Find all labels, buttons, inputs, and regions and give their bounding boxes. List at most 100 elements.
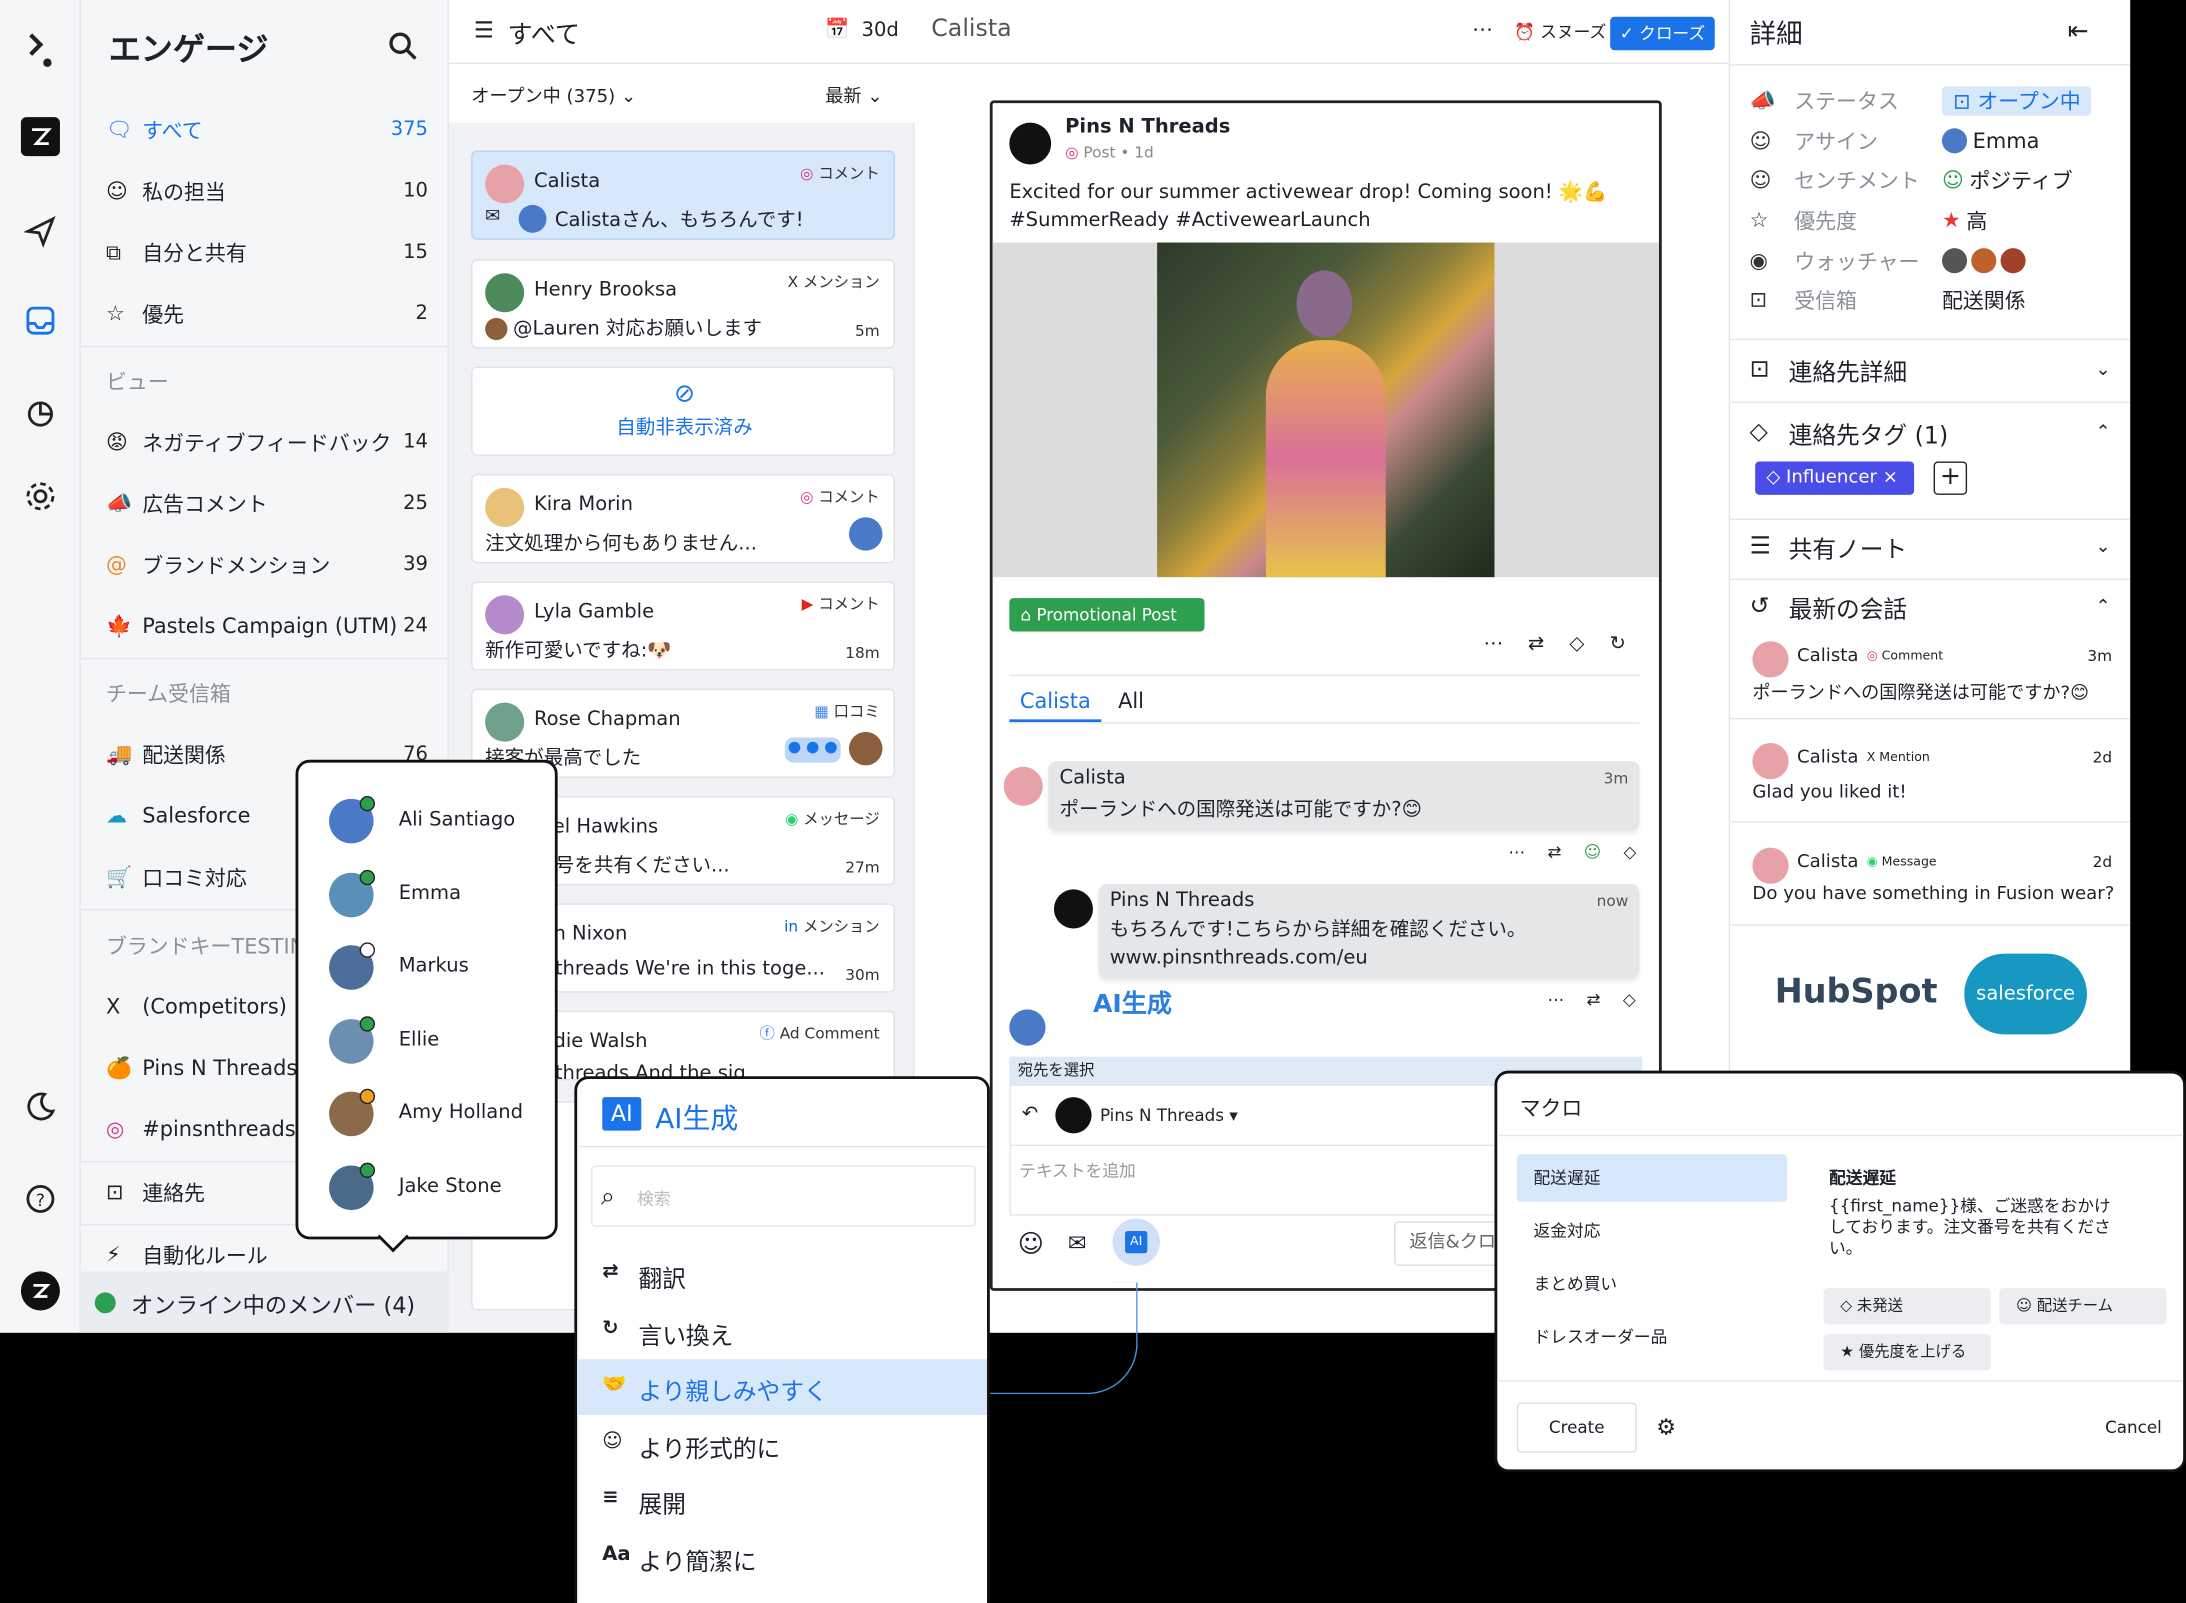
tab-all[interactable]: All [1118,683,1144,722]
settings-icon[interactable] [21,477,60,516]
engage-icon[interactable] [20,117,60,157]
status-badge[interactable]: ⊡ オープン中 [1941,85,2092,116]
post-photo[interactable] [1157,242,1495,578]
calendar-icon[interactable]: 📅 [825,18,849,40]
macro-action-chip[interactable]: ◇ 未発送 [1823,1288,1991,1325]
promo-tag[interactable]: ⌂ Promotional Post [1009,598,1205,632]
view-pastels[interactable]: 🍁 Pastels Campaign (UTM) 24 [106,605,428,647]
recipient-select[interactable]: Pins N Threads ▾ [1100,1106,1238,1126]
ai-option-expand[interactable]: ≡ 展開 [577,1472,987,1528]
menu-icon[interactable]: ☰ [474,17,494,43]
dark-mode-icon[interactable] [21,1087,60,1126]
inbox-icon[interactable] [21,301,60,340]
sort-dropdown[interactable]: 最新 ⌄ [825,81,882,107]
sidebar-item-all[interactable]: 🗨 すべて 375 [106,109,428,151]
macro-action-chip[interactable]: ★ 優先度を上げる [1823,1334,1991,1371]
member-item[interactable]: Amy Holland [326,1089,549,1139]
tab-calista[interactable]: Calista [1009,683,1102,723]
ai-option-label: 言い換え [638,1322,734,1351]
tag-chip[interactable]: ◇ Influencer × [1755,461,1915,495]
more-icon[interactable]: ⋯ [1547,990,1586,1010]
sidebar-item-priority[interactable]: ☆ 優先 2 [106,293,428,335]
tag-icon[interactable]: ◇ [1624,842,1659,862]
send-icon[interactable] [21,212,60,251]
member-item[interactable]: Ellie [326,1016,549,1066]
brand-label: (Competitors) [142,993,287,1020]
hubspot-logo[interactable]: HubSpot [1775,972,1938,1011]
brand-logo[interactable] [21,31,60,70]
list-item[interactable]: Henry Brooksa X メンション @Lauren 対応お願いします 5… [471,259,896,349]
translate-icon[interactable]: ⇄ [1586,990,1622,1010]
recent-item[interactable]: Calista ◎ Comment 3m ポーランドへの国際発送は可能ですか?😊 [1730,630,2130,719]
template-icon[interactable]: ✉ [1068,1230,1087,1256]
section-recent[interactable]: ↺ 最新の会話 ⌃ [1750,588,2111,624]
gear-icon[interactable]: ⚙ [1656,1414,1676,1440]
add-tag-button[interactable]: + [1933,461,1968,495]
profile-avatar[interactable] [20,1271,60,1311]
ai-button[interactable]: AI [1112,1218,1160,1266]
status-filter[interactable]: オープン中 (375) ⌄ [471,81,636,107]
tag-icon[interactable]: ◇ [1623,990,1658,1010]
collapse-panel-icon[interactable]: ⇤ [2067,17,2088,46]
list-item[interactable]: Kira Morin ◎ コメント 注文処理から何もありません... [471,473,896,564]
cancel-button[interactable]: Cancel [2105,1418,2162,1438]
ai-option-friendly[interactable]: 🤝 より親しみやすく [577,1359,988,1416]
more-icon[interactable]: ⋯ [1472,17,1493,42]
ai-search-input[interactable]: ⌕ 検索 [591,1165,976,1227]
more-icon[interactable]: ⋯ [1483,633,1528,655]
inbox-value[interactable]: 配送関係 [1942,285,2026,314]
section-shared-notes[interactable]: ☰ 共有ノート ⌄ [1750,528,2111,564]
message-input[interactable]: テキストを追加 [1019,1158,1136,1182]
ai-option-translate[interactable]: ⇄ 翻訳 [577,1246,987,1302]
search-icon[interactable] [388,31,419,67]
reports-icon[interactable] [21,393,60,432]
emoji-icon[interactable]: ☺ [1018,1230,1044,1259]
sidebar-automation[interactable]: ⚡ 自動化ルール [106,1234,428,1276]
member-item[interactable]: Markus [326,942,549,993]
watcher-avatar[interactable] [1971,248,1997,274]
create-button[interactable]: Create [1516,1402,1637,1453]
ai-option-rephrase[interactable]: ↻ 言い換え [577,1303,987,1359]
assignee-value[interactable]: Emma [1973,128,2040,153]
repeat-icon[interactable]: ↻ [1610,633,1651,655]
salesforce-logo[interactable]: salesforce [1964,953,2087,1035]
view-ad-comments[interactable]: 📣 広告コメント 25 [106,482,428,524]
translate-icon[interactable]: ⇄ [1547,842,1583,862]
member-item[interactable]: Jake Stone [326,1162,549,1213]
view-brand-mentions[interactable]: @ ブランドメンション 39 [106,544,428,586]
watcher-avatar[interactable] [2000,248,2026,274]
recent-item[interactable]: Calista X Mention 2d Glad you liked it! [1730,732,2130,821]
more-icon[interactable]: ⋯ [1508,842,1547,862]
sentiment-icon[interactable]: ☺ [1584,842,1624,862]
view-negative[interactable]: 😡 ネガティブフィードバック 14 [106,421,428,463]
remove-tag-icon[interactable]: × [1883,467,1898,488]
reply-icon[interactable]: ↶ [1022,1103,1038,1125]
ai-option-concise[interactable]: Aa より簡潔に [577,1529,987,1585]
close-button[interactable]: ✓ クローズ [1610,16,1715,51]
member-item[interactable]: Ali Santiago [326,796,549,846]
sidebar-item-mine[interactable]: ☺ 私の担当 10 [106,170,428,212]
macro-action-chip[interactable]: ☺ 配送チーム [1999,1288,2167,1325]
section-contact-tags[interactable]: ◇ 連絡先タグ (1) ⌃ [1750,414,2111,450]
section-contact-details[interactable]: ⊡ 連絡先詳細 ⌄ [1750,351,2111,387]
list-item[interactable]: Lyla Gamble ▶ コメント 新作可愛いですね:🐶 18m [471,581,896,671]
ai-option-formal[interactable]: ☺ より形式的に [577,1416,987,1472]
snooze-button[interactable]: ⏰ スヌーズ [1514,20,1606,44]
macro-item[interactable]: まとめ買い [1517,1260,1787,1307]
watcher-avatar[interactable] [1941,248,1968,274]
macro-item[interactable]: ドレスオーダー品 [1517,1313,1787,1360]
translate-icon[interactable]: ⇄ [1528,633,1569,655]
macro-item[interactable]: 配送遅延 [1516,1154,1788,1202]
sidebar-item-shared[interactable]: ⧉ 自分と共有 15 [106,231,428,273]
member-item[interactable]: Emma [326,869,549,919]
sentiment-value[interactable]: ポジティブ [1969,165,2072,194]
list-item[interactable]: Calista ◎ コメント Calistaさん、もちろんです! ✉ [471,150,896,240]
priority-value[interactable]: 高 [1966,206,1987,235]
macro-item[interactable]: 返金対応 [1517,1207,1787,1254]
tag-icon[interactable]: ◇ [1569,633,1609,655]
auto-hidden-card[interactable]: ⊘ 自動非表示済み [471,366,896,456]
help-icon[interactable]: ? [21,1179,60,1218]
online-members-bar[interactable]: オンライン中のメンバー (4) [80,1271,449,1333]
recent-item[interactable]: Calista ◉ Message 2d Do you have somethi… [1730,836,2130,925]
range-label[interactable]: 30d [862,20,899,42]
